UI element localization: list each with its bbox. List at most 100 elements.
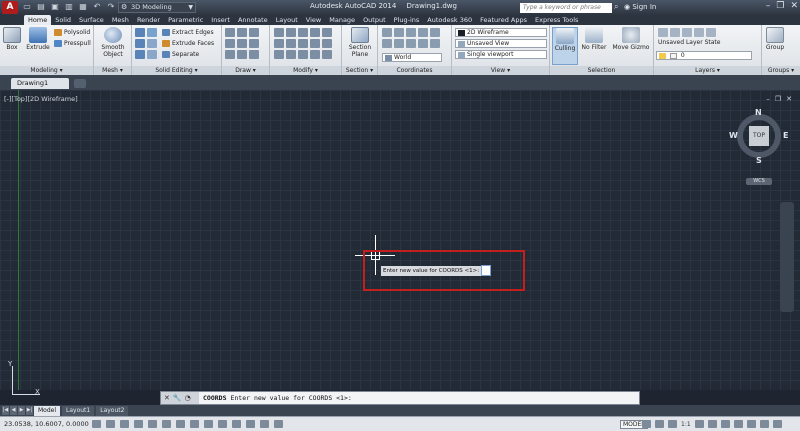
no-filter-button[interactable]: No Filter [580,27,608,51]
history-icon[interactable]: ◔ [185,394,191,402]
viewport-restore-icon[interactable]: ❐ [775,95,781,103]
group-button[interactable]: Group [764,27,786,51]
tab-insert[interactable]: Insert [207,15,234,25]
sign-in-link[interactable]: ◉ Sign In [624,3,656,11]
viewport-config-select[interactable]: Single viewport [455,50,547,59]
tab-view[interactable]: View [302,15,325,25]
tab-annotate[interactable]: Annotate [234,15,272,25]
offset-icon[interactable] [310,39,320,48]
clean-screen-icon[interactable] [772,420,782,428]
next-tab-icon[interactable]: ▶ [18,406,25,415]
restore-icon[interactable]: ❐ [776,1,784,11]
save-icon[interactable]: ▣ [50,2,60,12]
annotation-visibility-icon[interactable] [694,420,704,428]
ucs-face-icon[interactable] [406,39,416,48]
undo-icon[interactable]: ↶ [92,2,102,12]
extrude-button[interactable]: Extrude [26,27,50,51]
open-icon[interactable]: ▤ [36,2,46,12]
extract-edges-button[interactable]: Extract Edges [162,28,214,37]
layer-properties-icon[interactable] [658,28,668,37]
compass-west[interactable]: W [729,131,738,140]
scale-icon[interactable] [298,28,308,37]
save-as-icon[interactable]: ▥ [64,2,74,12]
layer-match-icon[interactable] [706,28,716,37]
quick-view-layouts-icon[interactable] [642,420,651,428]
drawing-canvas[interactable]: [-][Top][2D Wireframe] – ❐ ✕ TOP N S E W… [0,90,800,396]
erase-icon[interactable] [322,39,332,48]
infer-constraints-icon[interactable] [92,420,101,428]
layout-tab-model[interactable]: Model [34,406,61,416]
panel-title-mesh[interactable]: Mesh ▾ [94,66,131,75]
ucs-select[interactable]: World [382,53,442,62]
ucs-origin-icon[interactable] [394,28,404,37]
navigation-bar[interactable] [780,202,794,312]
layout-tab-layout1[interactable]: Layout1 [62,406,95,416]
move-icon[interactable] [274,28,284,37]
osnap-icon[interactable] [162,420,171,428]
quick-view-drawings-icon[interactable] [655,420,664,428]
viewport-controls-label[interactable]: [-][Top][2D Wireframe] [4,95,78,103]
rectangle-icon[interactable] [237,39,247,48]
workspace-select[interactable]: ⚙ 3D Modeling ▼ [118,2,196,13]
move-gizmo-button[interactable]: Move Gizmo [612,27,650,51]
panel-title-modify[interactable]: Modify ▾ [270,66,341,75]
status-menu-icon[interactable] [759,420,769,428]
polyline-icon[interactable] [237,28,247,37]
ucs-previous-icon[interactable] [430,39,440,48]
viewcube[interactable]: TOP N S E W [729,108,788,165]
join-icon[interactable] [310,50,320,59]
minimize-icon[interactable]: – [766,1,771,11]
new-icon[interactable]: ▭ [22,2,32,12]
wrench-icon[interactable]: 🔧 [173,394,182,402]
ucs-object-icon[interactable] [394,39,404,48]
tab-mesh[interactable]: Mesh [108,15,133,25]
wcs-menu-button[interactable]: WCS [746,178,772,185]
tab-surface[interactable]: Surface [75,15,108,25]
thicken-icon[interactable] [147,50,157,59]
compass-south[interactable]: S [756,156,762,165]
ellipse-icon[interactable] [249,39,259,48]
isolate-objects-icon[interactable] [746,420,756,428]
grid-icon[interactable] [120,420,129,428]
circle-icon[interactable] [249,28,259,37]
viewcube-top-face[interactable]: TOP [749,126,769,146]
tab-render[interactable]: Render [133,15,164,25]
close-icon[interactable]: ✕ [164,394,170,402]
tab-express-tools[interactable]: Express Tools [531,15,582,25]
compass-east[interactable]: E [783,131,788,140]
snap-icon[interactable] [106,420,115,428]
visual-style-select[interactable]: 2D Wireframe [455,28,547,37]
layer-freeze-icon[interactable] [682,28,692,37]
copy-icon[interactable] [310,28,320,37]
otrack-icon[interactable] [190,420,199,428]
panel-title-modeling[interactable]: Modeling ▾ [0,66,93,75]
panel-title-draw[interactable]: Draw ▾ [222,66,269,75]
ducs-icon[interactable] [204,420,213,428]
presspull-button[interactable]: Presspull [54,39,91,48]
panel-title-view[interactable]: View ▾ [452,66,549,75]
new-tab-button[interactable] [74,79,86,88]
selection-cycling-icon[interactable] [274,420,283,428]
3d-osnap-icon[interactable] [176,420,185,428]
command-text[interactable]: COORDS Enter new value for COORDS <1>: [203,393,352,403]
viewport-minimize-icon[interactable]: – [766,95,770,103]
union-icon[interactable] [135,28,145,37]
workspace-switching-icon[interactable] [707,420,717,428]
explode-icon[interactable] [298,50,308,59]
hatch-icon[interactable] [237,50,247,59]
arc-icon[interactable] [225,39,235,48]
tab-solid[interactable]: Solid [51,15,75,25]
ucs-3point-icon[interactable] [418,39,428,48]
array-icon[interactable] [298,39,308,48]
ucs-view-icon[interactable] [382,39,392,48]
trim-icon[interactable] [274,39,284,48]
last-tab-icon[interactable]: ▶| [26,406,33,415]
layer-lock-icon[interactable] [694,28,704,37]
lineweight-icon[interactable] [232,420,241,428]
dyn-icon[interactable] [218,420,227,428]
dynamic-input-field[interactable] [481,265,491,276]
tab-plug-ins[interactable]: Plug-ins [390,15,424,25]
subtract-icon[interactable] [135,39,145,48]
break-icon[interactable] [322,50,332,59]
hardware-acceleration-icon[interactable] [733,420,743,428]
